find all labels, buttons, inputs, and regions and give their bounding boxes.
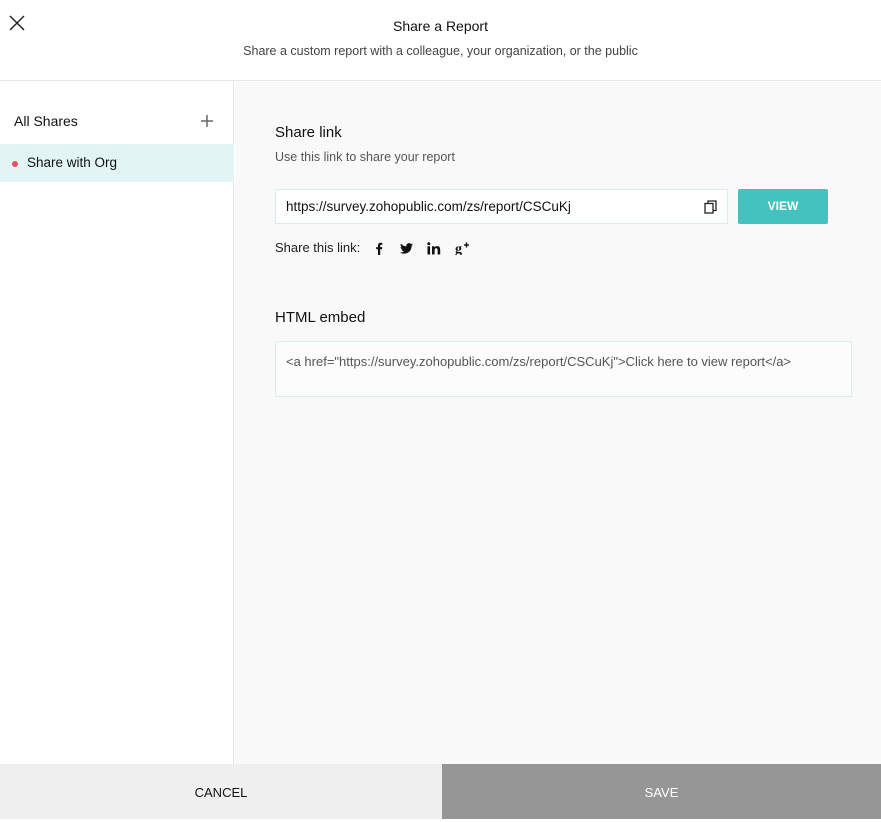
view-button[interactable]: VIEW xyxy=(738,189,828,224)
sidebar-item-share-with-org[interactable]: Share with Org xyxy=(0,144,234,182)
share-details-panel: Share link Use this link to share your r… xyxy=(235,82,881,764)
google-plus-share-button[interactable]: g xyxy=(454,240,470,256)
share-link-description: Use this link to share your report xyxy=(275,150,455,164)
share-this-link-label: Share this link: xyxy=(275,240,361,255)
html-embed-code-field[interactable]: <a href="https://survey.zohopublic.com/z… xyxy=(275,341,852,397)
status-dot xyxy=(12,161,18,167)
html-embed-code[interactable]: <a href="https://survey.zohopublic.com/z… xyxy=(286,354,791,369)
copy-icon xyxy=(704,200,717,214)
share-link-title: Share link xyxy=(275,124,342,141)
svg-text:g: g xyxy=(455,242,462,255)
copy-link-button[interactable] xyxy=(704,200,717,214)
plus-icon xyxy=(201,115,213,127)
html-embed-title: HTML embed xyxy=(275,309,366,326)
twitter-icon xyxy=(399,242,413,254)
share-link-field[interactable]: https://survey.zohopublic.com/zs/report/… xyxy=(275,189,728,224)
sidebar-item-label: Share with Org xyxy=(27,155,118,170)
share-link-url[interactable]: https://survey.zohopublic.com/zs/report/… xyxy=(286,199,571,214)
twitter-share-button[interactable] xyxy=(398,240,414,256)
linkedin-share-button[interactable] xyxy=(426,240,442,256)
google-plus-icon: g xyxy=(455,242,469,255)
all-shares-heading: All Shares xyxy=(14,113,78,129)
add-share-button[interactable] xyxy=(199,113,215,129)
shares-sidebar: All Shares Share with Org xyxy=(0,82,234,764)
linkedin-icon xyxy=(427,241,441,254)
dialog-header: Share a Report Share a custom report wit… xyxy=(0,0,881,81)
facebook-share-button[interactable] xyxy=(371,240,387,256)
cancel-button[interactable]: CANCEL xyxy=(0,764,442,819)
dialog-title: Share a Report xyxy=(393,18,488,34)
dialog-subtitle: Share a custom report with a colleague, … xyxy=(243,44,638,58)
save-button[interactable]: SAVE xyxy=(442,764,881,819)
facebook-icon xyxy=(376,242,383,255)
